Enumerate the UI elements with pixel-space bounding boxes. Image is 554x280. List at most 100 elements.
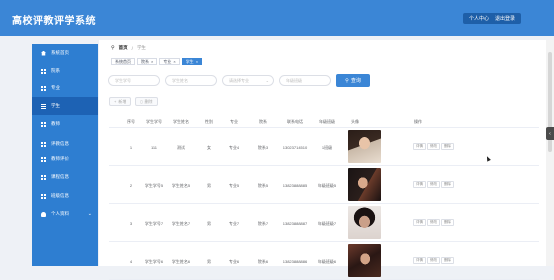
sidebar-item-label: 课程信息: [51, 174, 69, 179]
student-id-input[interactable]: 学生学号: [108, 75, 160, 86]
view-button[interactable]: 详情: [413, 257, 426, 264]
chevron-down-icon: ⌄: [87, 211, 92, 217]
row-actions: 详情 修改 删除: [413, 181, 454, 188]
query-button[interactable]: ⚲ 查询: [336, 74, 370, 87]
cell-phone: 13023714510: [282, 145, 308, 150]
select-placeholder: 请选择专业: [229, 77, 249, 83]
close-icon[interactable]: ×: [173, 58, 175, 65]
breadcrumb-current: 学生: [136, 45, 146, 50]
cell-student-id: 111: [150, 145, 158, 150]
app-title: 高校评教评学系统: [12, 16, 96, 27]
sidebar-item-label: 学生: [51, 103, 60, 108]
table-header: 序号 学生学号 学生姓名 性别 专业 院系 联系电话 年级班级 头像 操作: [109, 114, 539, 128]
col-phone: 联系电话: [287, 119, 303, 124]
cell-major: 专业5: [228, 183, 240, 188]
table-actions: + 新增 ▯ 删除: [109, 97, 158, 106]
grid-icon: [41, 174, 46, 180]
view-button[interactable]: 详情: [413, 143, 426, 150]
breadcrumb-home[interactable]: 首页: [119, 45, 128, 51]
close-icon[interactable]: ×: [196, 58, 198, 65]
col-student-name: 学生姓名: [173, 119, 189, 124]
sidebar-item-label: 个人资料: [51, 211, 69, 216]
cell-major: 专业4: [228, 145, 240, 150]
close-icon[interactable]: ×: [151, 58, 153, 65]
grid-icon: [41, 156, 46, 162]
grid-icon: [41, 121, 46, 127]
row-actions: 详情 修改 删除: [413, 257, 454, 264]
view-button[interactable]: 详情: [413, 181, 426, 188]
side-expand-tab[interactable]: ‹: [546, 127, 554, 140]
cell-student-name: 测试: [177, 145, 185, 150]
cell-department: 院系6: [257, 259, 269, 264]
sidebar-item-label: 院系: [51, 68, 60, 73]
sidebar-item-teacher-review[interactable]: 教师评价: [32, 150, 98, 168]
cell-department: 院系7: [257, 221, 269, 226]
sidebar-item-course[interactable]: 课程信息: [32, 168, 98, 186]
cell-index: 2: [129, 183, 133, 188]
cell-class: 年级班级7: [317, 221, 337, 226]
location-icon: ⚲: [111, 45, 115, 51]
add-button[interactable]: + 新增: [109, 97, 132, 106]
col-gender: 性别: [205, 119, 213, 124]
delete-row-button[interactable]: 删除: [441, 143, 454, 150]
sidebar-item-label: 教师: [51, 121, 60, 126]
edit-button[interactable]: 修改: [427, 257, 440, 264]
cell-gender: 男: [207, 183, 211, 188]
col-actions: 操作: [414, 119, 422, 124]
cell-class: 年级班级6: [317, 259, 337, 264]
grid-icon: [41, 141, 46, 147]
major-select[interactable]: 请选择专业 ⌄: [222, 75, 274, 86]
student-avatar: [348, 244, 381, 277]
sidebar-item-label: 教师评价: [51, 156, 69, 161]
header-user-menu: 个人中心 退出登录: [462, 13, 521, 24]
tab-label: 系统首页: [115, 59, 131, 64]
col-photo: 头像: [351, 119, 359, 124]
edit-button[interactable]: 修改: [427, 181, 440, 188]
table-row: 3 学生学号7 学生姓名7 男 专业7 院系7 13823888887 年级班级…: [109, 204, 539, 242]
tab-bar: 系统首页 院系 × 专业 × 学生 ×: [111, 58, 203, 66]
sidebar-item-student[interactable]: 学生: [32, 97, 98, 115]
grid-icon: [41, 85, 46, 91]
sidebar-item-class[interactable]: 班级信息: [32, 187, 98, 205]
tab-major[interactable]: 专业 ×: [159, 58, 180, 65]
tab-label: 学生: [185, 59, 194, 64]
grid-icon: [41, 193, 46, 199]
delete-row-button[interactable]: 删除: [441, 219, 454, 226]
cell-student-id: 学生学号7: [144, 221, 164, 226]
input-placeholder: 学生学号: [115, 77, 131, 83]
search-filters: 学生学号 学生姓名 请选择专业 ⌄ 年级班级 ⚲ 查询: [108, 74, 538, 94]
view-button[interactable]: 详情: [413, 219, 426, 226]
delete-row-button[interactable]: 删除: [441, 257, 454, 264]
delete-row-button[interactable]: 删除: [441, 181, 454, 188]
trash-icon: ▯: [140, 99, 143, 104]
tab-department[interactable]: 院系 ×: [137, 58, 158, 65]
delete-button-label: 删除: [144, 98, 153, 104]
col-index: 序号: [127, 119, 135, 124]
sidebar-item-department[interactable]: 院系: [32, 62, 98, 80]
student-name-input[interactable]: 学生姓名: [165, 75, 217, 86]
person-icon: [41, 211, 46, 217]
sidebar-item-teacher[interactable]: 教师: [32, 115, 98, 133]
logout-link[interactable]: 退出登录: [495, 15, 515, 22]
cell-class: 年级班级5: [317, 183, 337, 188]
input-placeholder: 学生姓名: [172, 77, 188, 83]
cell-student-name: 学生姓名6: [171, 259, 191, 264]
sidebar-item-profile[interactable]: 个人资料 ⌄: [32, 205, 98, 223]
top-header: 高校评教评学系统 个人中心 退出登录: [0, 0, 554, 36]
cell-student-id: 学生学号6: [144, 259, 164, 264]
table-row: 4 学生学号6 学生姓名6 男 专业6 院系6 13823888886 年级班级…: [109, 242, 539, 280]
delete-button[interactable]: ▯ 删除: [135, 97, 158, 106]
sidebar-item-home[interactable]: 系统首页: [32, 44, 98, 62]
edit-button[interactable]: 修改: [427, 143, 440, 150]
sidebar-item-major[interactable]: 专业: [32, 79, 98, 97]
search-icon: ⚲: [345, 77, 349, 84]
class-input[interactable]: 年级班级: [279, 75, 331, 86]
cell-student-id: 学生学号5: [144, 183, 164, 188]
query-button-label: 查询: [350, 78, 361, 84]
user-center-link[interactable]: 个人中心: [469, 15, 489, 22]
tab-home[interactable]: 系统首页: [111, 58, 135, 65]
tab-student[interactable]: 学生 ×: [181, 58, 203, 65]
edit-button[interactable]: 修改: [427, 219, 440, 226]
row-actions: 详情 修改 删除: [413, 219, 454, 226]
sidebar: 系统首页 院系 专业 学生 教师 评教信息 教师评价 课程信息 班级信息 个人资…: [32, 44, 98, 266]
